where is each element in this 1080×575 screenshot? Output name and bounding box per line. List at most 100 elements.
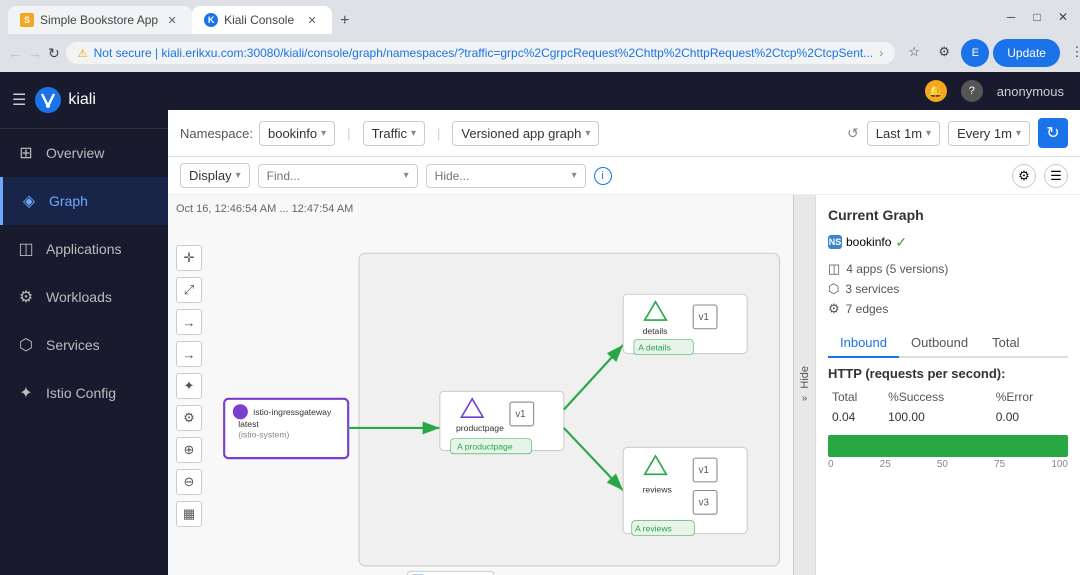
workloads-icon: ⚙	[16, 287, 36, 307]
menu-button[interactable]: ⋮	[1064, 39, 1080, 65]
col-header-error: %Error	[992, 387, 1068, 407]
top-bar: Namespace: bookinfo ▾ | Traffic ▾ | Vers…	[168, 110, 1080, 157]
legend-icon[interactable]: ☰	[1044, 164, 1068, 188]
browser-chrome: S Simple Bookstore App ✕ K Kiali Console…	[0, 0, 1080, 72]
close-button[interactable]: ✕	[1054, 8, 1072, 26]
tab-kiali[interactable]: K Kiali Console ✕	[192, 6, 332, 34]
main-content: 🔔 ? anonymous Namespace: bookinfo ▾ | Tr…	[168, 72, 1080, 575]
app-container: ☰ kiali ⊞ Overview ◈ Graph ◫ Appl	[0, 72, 1080, 575]
sidebar-item-istio-config[interactable]: ✦ Istio Config	[0, 369, 168, 417]
maximize-button[interactable]: □	[1028, 8, 1046, 26]
hide-label: Hide	[799, 366, 811, 389]
settings-icon[interactable]: ⚙	[1012, 164, 1036, 188]
chart-label-75: 75	[994, 459, 1005, 470]
panel-title: Current Graph	[828, 207, 1068, 223]
separator-2: |	[437, 126, 440, 141]
settings-tool[interactable]: ⚙	[176, 405, 202, 431]
right-panel: Current Graph NS bookinfo ✓ ◫ 4 apps (5 …	[815, 195, 1080, 575]
time-range-dropdown[interactable]: Last 1m ▾	[867, 121, 940, 146]
sidebar-nav: ⊞ Overview ◈ Graph ◫ Applications ⚙ Work…	[0, 129, 168, 575]
kiali-logo-icon	[34, 86, 62, 114]
svg-text:v3: v3	[699, 498, 709, 509]
bell-icon[interactable]: 🔔	[925, 80, 947, 102]
graph-tools: ✛ ⤢ → → ✦ ⚙ ⊕ ⊖ ▦	[176, 245, 202, 527]
stat-row-apps: ◫ 4 apps (5 versions)	[828, 259, 1068, 279]
http-chart: 0 25 50 75 100	[828, 435, 1068, 465]
find-input-wrapper[interactable]: ▾	[258, 164, 418, 188]
svg-text:productpage: productpage	[456, 423, 504, 433]
minimize-button[interactable]: ─	[1002, 8, 1020, 26]
edges-stat-text: 7 edges	[846, 302, 889, 316]
address-bar: ← → ↻ ⚠ Not secure | kiali.erikxu.com:30…	[0, 34, 1080, 72]
graph-stats: ◫ 4 apps (5 versions) ⬡ 3 services ⚙ 7 e…	[828, 259, 1068, 319]
grid-tool[interactable]: ▦	[176, 501, 202, 527]
traffic-dropdown[interactable]: Traffic ▾	[363, 121, 425, 146]
sidebar-item-workloads[interactable]: ⚙ Workloads	[0, 273, 168, 321]
help-icon[interactable]: ?	[961, 80, 983, 102]
hide-input[interactable]	[435, 169, 568, 183]
stat-row-edges: ⚙ 7 edges	[828, 299, 1068, 319]
sidebar-item-graph[interactable]: ◈ Graph	[0, 177, 168, 225]
sub-bar: Display ▾ ▾ ▾ i ⚙ ☰	[168, 157, 1080, 195]
productpage-node[interactable]: v1 productpage A productpage	[440, 391, 564, 454]
star-tool[interactable]: ✦	[176, 373, 202, 399]
hide-select-wrapper[interactable]: ▾	[426, 164, 586, 188]
zoom-fit-tool[interactable]: ⤢	[176, 277, 202, 303]
graph-panel: Oct 16, 12:46:54 AM ... 12:47:54 AM ✛ ⤢ …	[168, 195, 815, 575]
sidebar-item-applications[interactable]: ◫ Applications	[0, 225, 168, 273]
reviews-node[interactable]: v1 v3 reviews A reviews	[623, 447, 747, 535]
info-button[interactable]: i	[594, 167, 612, 185]
arrow-tool-2[interactable]: →	[176, 341, 202, 367]
hide-panel[interactable]: Hide »	[793, 195, 815, 575]
svg-text:A reviews: A reviews	[635, 523, 672, 533]
namespace-label: Namespace:	[180, 126, 253, 141]
col-header-total: Total	[828, 387, 884, 407]
namespace-value: bookinfo	[268, 126, 317, 141]
find-input[interactable]	[267, 169, 400, 183]
zoom-plus-tool[interactable]: ⊕	[176, 437, 202, 463]
graph-type-dropdown[interactable]: Versioned app graph ▾	[452, 121, 599, 146]
cell-error: 0.00	[992, 407, 1068, 427]
ingress-node[interactable]: istio-ingressgateway latest (istio-syste…	[224, 399, 348, 458]
tab-bookstore[interactable]: S Simple Bookstore App ✕	[8, 6, 192, 34]
back-button[interactable]: ←	[8, 41, 22, 65]
reload-button[interactable]: ↻	[48, 41, 60, 65]
tab-bookstore-close[interactable]: ✕	[164, 12, 180, 28]
time-range-chevron-icon: ▾	[926, 128, 931, 139]
sidebar-item-overview[interactable]: ⊞ Overview	[0, 129, 168, 177]
http-data-table: Total %Success %Error 0.04 100.00 0.00	[828, 387, 1068, 427]
chart-label-100: 100	[1051, 459, 1068, 470]
update-button[interactable]: Update	[993, 39, 1060, 67]
time-refresh-icon[interactable]: ↺	[847, 125, 859, 142]
chart-labels: 0 25 50 75 100	[828, 459, 1068, 470]
user-label: anonymous	[997, 84, 1064, 99]
arrow-right-tool[interactable]: →	[176, 309, 202, 335]
tab-inbound[interactable]: Inbound	[828, 329, 899, 358]
zoom-minus-tool[interactable]: ⊖	[176, 469, 202, 495]
time-range-label: Last 1m	[876, 126, 922, 141]
refresh-interval-dropdown[interactable]: Every 1m ▾	[948, 121, 1030, 146]
forward-button[interactable]: →	[28, 41, 42, 65]
tab-kiali-close[interactable]: ✕	[304, 12, 320, 28]
app-header: 🔔 ? anonymous	[168, 72, 1080, 110]
url-bar[interactable]: ⚠ Not secure | kiali.erikxu.com:30080/ki…	[66, 42, 896, 64]
tab-outbound[interactable]: Outbound	[899, 329, 980, 358]
svg-text:A productpage: A productpage	[457, 442, 513, 452]
tab-total[interactable]: Total	[980, 329, 1031, 358]
user-avatar[interactable]: E	[961, 39, 989, 67]
svg-text:v1: v1	[699, 465, 709, 476]
svg-text:v1: v1	[699, 312, 709, 323]
drag-tool[interactable]: ✛	[176, 245, 202, 271]
namespace-dropdown[interactable]: bookinfo ▾	[259, 121, 335, 146]
edges-stat-icon: ⚙	[828, 301, 840, 317]
details-node[interactable]: v1 details A details	[623, 294, 747, 354]
display-dropdown[interactable]: Display ▾	[180, 163, 250, 188]
bookmark-button[interactable]: ☆	[901, 39, 927, 65]
hamburger-icon[interactable]: ☰	[12, 90, 26, 110]
new-tab-button[interactable]: +	[332, 8, 357, 34]
services-stat-text: 3 services	[845, 282, 899, 296]
extensions-button[interactable]: ⚙	[931, 39, 957, 65]
apps-stat-text: 4 apps (5 versions)	[846, 262, 948, 276]
refresh-button[interactable]: ↻	[1038, 118, 1068, 148]
sidebar-item-services[interactable]: ⬡ Services	[0, 321, 168, 369]
